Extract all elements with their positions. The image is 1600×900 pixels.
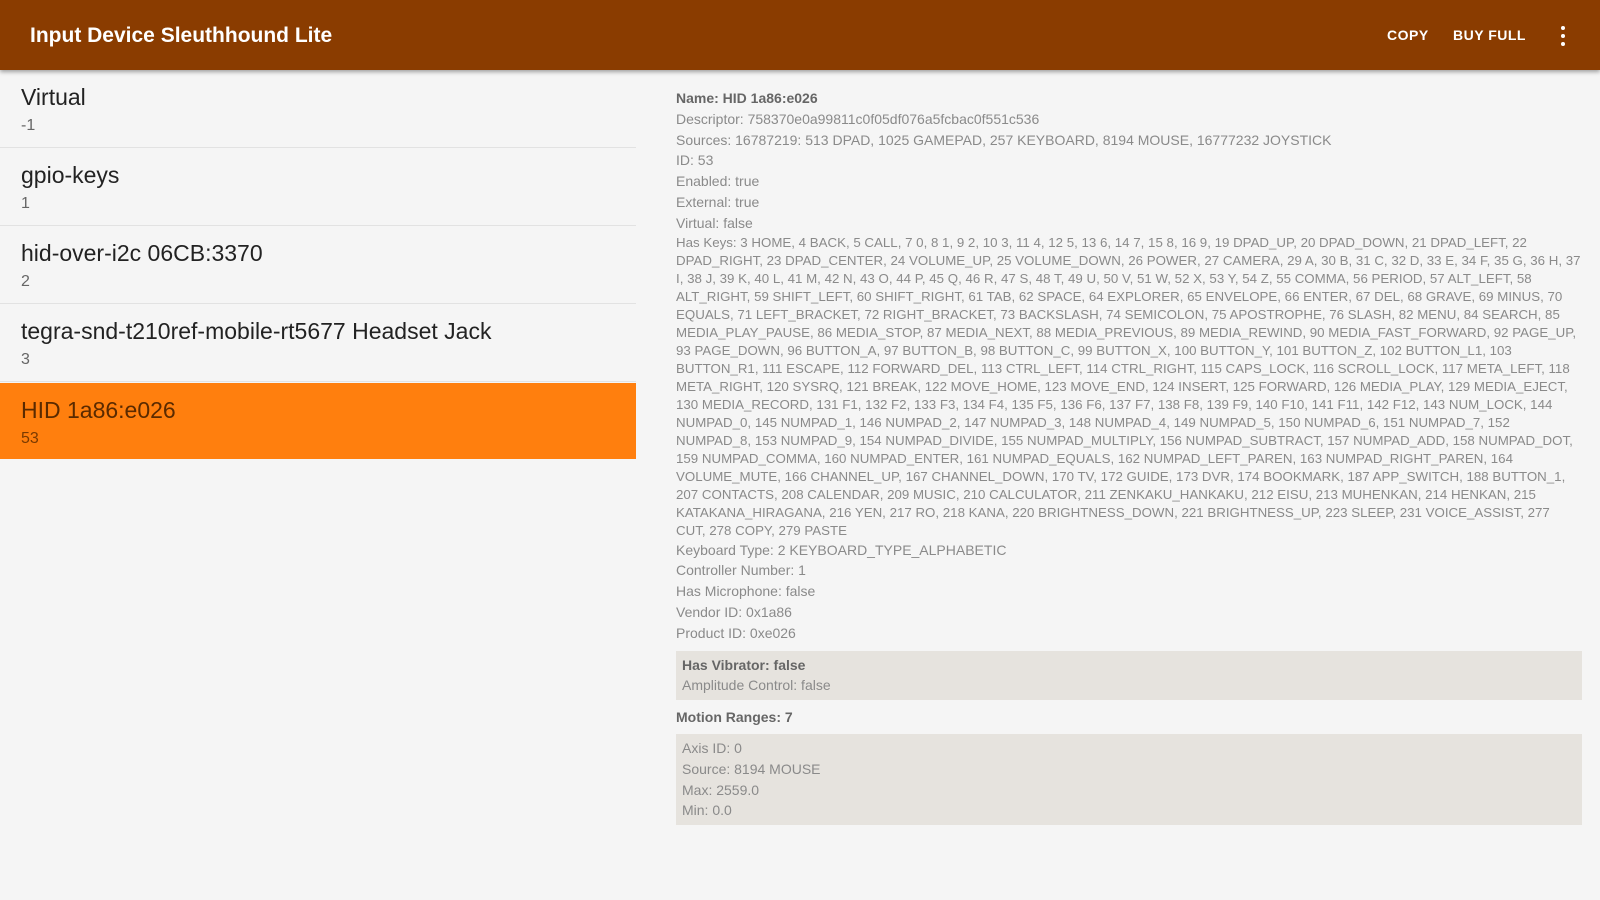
detail-vendor-id: Vendor ID: 0x1a86 xyxy=(676,603,792,620)
detail-enabled: Enabled: true xyxy=(676,173,760,190)
detail-product-id: Product ID: 0xe026 xyxy=(676,624,796,641)
device-id: 1 xyxy=(21,195,30,212)
device-item-hid-over-i2c[interactable]: hid-over-i2c 06CB:3370 2 xyxy=(0,226,636,304)
device-id: 2 xyxy=(21,273,30,290)
detail-has-vibrator: Has Vibrator: false xyxy=(682,656,806,673)
device-item-gpio-keys[interactable]: gpio-keys 1 xyxy=(0,148,636,226)
device-name: Virtual xyxy=(21,84,86,110)
buy-full-button[interactable]: BUY FULL xyxy=(1453,27,1526,43)
device-list: Virtual -1 gpio-keys 1 hid-over-i2c 06CB… xyxy=(0,70,636,900)
detail-has-keys: Has Keys: 3 HOME, 4 BACK, 5 CALL, 7 0, 8… xyxy=(676,234,1581,538)
device-id: -1 xyxy=(21,117,36,134)
detail-descriptor: Descriptor: 758370e0a99811c0f05df076a5fc… xyxy=(676,110,1040,127)
device-name: HID 1a86:e026 xyxy=(21,397,176,423)
device-name: tegra-snd-t210ref-mobile-rt5677 Headset … xyxy=(21,318,492,344)
detail-external: External: true xyxy=(676,193,760,210)
more-vert-icon[interactable] xyxy=(1555,24,1571,48)
app-bar: Input Device Sleuthhound Lite COPY BUY F… xyxy=(0,0,1600,70)
device-id: 3 xyxy=(21,351,30,368)
device-item-hid-1a86[interactable]: HID 1a86:e026 53 xyxy=(0,383,636,459)
detail-sources: Sources: 16787219: 513 DPAD, 1025 GAMEPA… xyxy=(676,131,1332,148)
detail-id: ID: 53 xyxy=(676,152,714,169)
device-name: gpio-keys xyxy=(21,162,120,188)
device-name: hid-over-i2c 06CB:3370 xyxy=(21,240,263,266)
device-id: 53 xyxy=(21,430,39,447)
axis-max: Max: 2559.0 xyxy=(682,781,760,798)
copy-button[interactable]: COPY xyxy=(1387,27,1429,43)
device-detail-panel: Name: HID 1a86:e026 Descriptor: 758370e0… xyxy=(676,88,1582,900)
detail-virtual: Virtual: false xyxy=(676,214,753,231)
detail-amplitude-control: Amplitude Control: false xyxy=(682,677,831,694)
detail-has-microphone: Has Microphone: false xyxy=(676,583,816,600)
device-item-virtual[interactable]: Virtual -1 xyxy=(0,70,636,148)
axis-source: Source: 8194 MOUSE xyxy=(682,760,821,777)
axis-min: Min: 0.0 xyxy=(682,802,732,819)
motion-range-section: Axis ID: 0 Source: 8194 MOUSE Max: 2559.… xyxy=(676,733,1582,826)
device-item-headset-jack[interactable]: tegra-snd-t210ref-mobile-rt5677 Headset … xyxy=(0,304,636,382)
app-title: Input Device Sleuthhound Lite xyxy=(30,24,333,47)
axis-id: Axis ID: 0 xyxy=(682,739,742,756)
detail-name: Name: HID 1a86:e026 xyxy=(676,90,818,106)
detail-motion-ranges: Motion Ranges: 7 xyxy=(676,709,793,726)
detail-keyboard-type: Keyboard Type: 2 KEYBOARD_TYPE_ALPHABETI… xyxy=(676,541,1007,558)
detail-controller-number: Controller Number: 1 xyxy=(676,562,806,579)
vibrator-section: Has Vibrator: false Amplitude Control: f… xyxy=(676,650,1582,701)
